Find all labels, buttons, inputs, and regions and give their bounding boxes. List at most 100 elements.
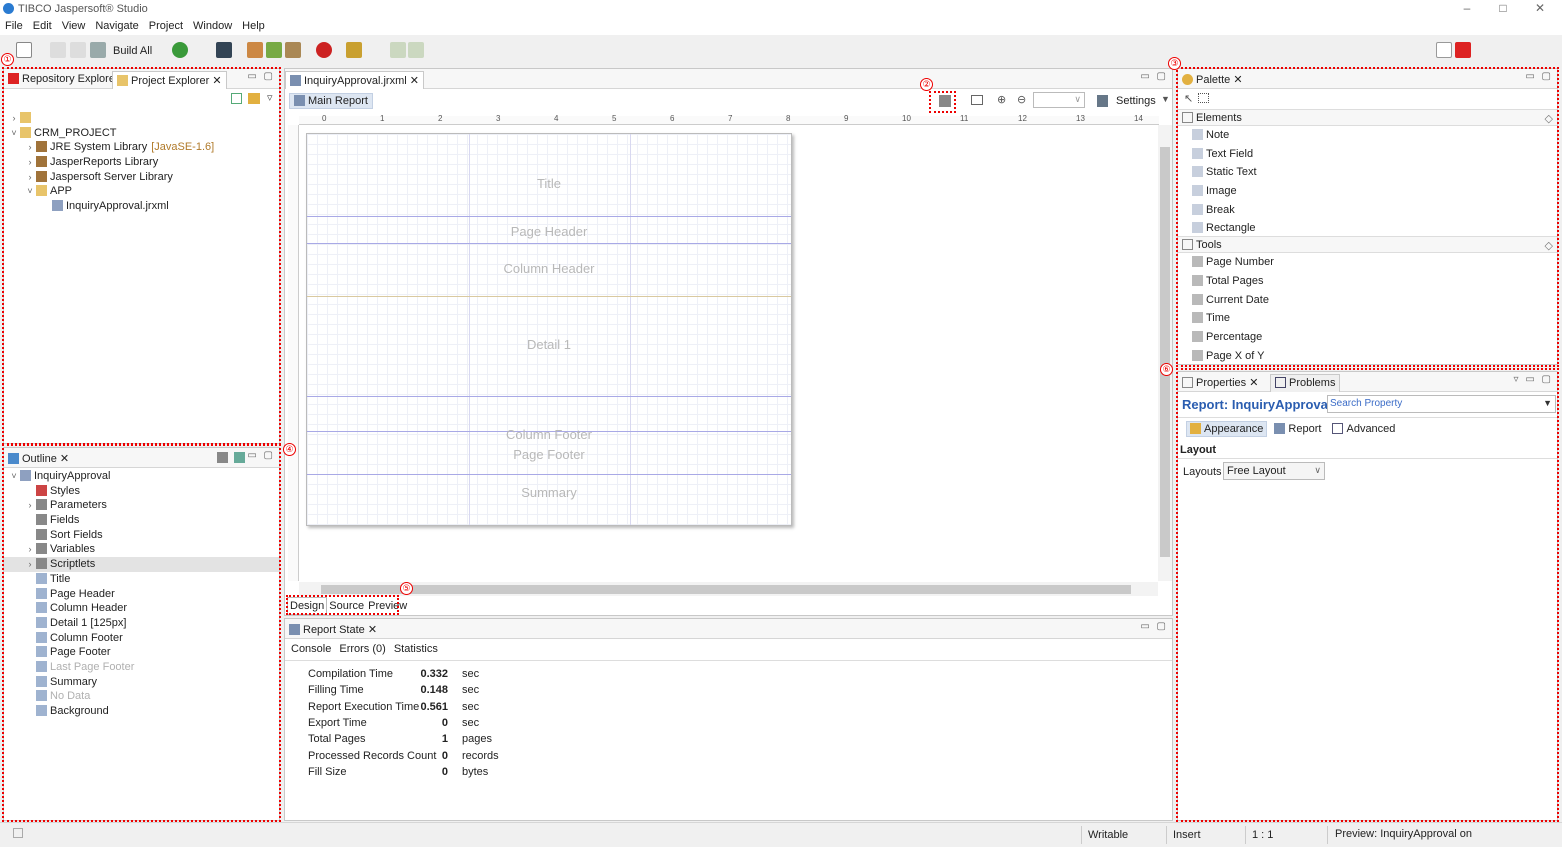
tree-item[interactable]: Last Page Footer: [4, 660, 279, 675]
new-file-icon[interactable]: [16, 42, 32, 58]
close-icon[interactable]: ✕: [60, 453, 69, 465]
menu-view[interactable]: View: [57, 18, 91, 34]
back-icon[interactable]: [390, 42, 406, 58]
open-perspective-icon[interactable]: [1436, 42, 1452, 58]
close-button[interactable]: ✕: [1525, 1, 1555, 15]
tree-item[interactable]: ˅ CRM_PROJECT: [4, 126, 279, 141]
tree-item[interactable]: › JasperReports Library: [4, 155, 279, 170]
tab-repository-explorer[interactable]: Repository Explorer: [4, 71, 123, 89]
tree-item[interactable]: Fields: [4, 513, 279, 528]
expand-arrow-icon[interactable]: ›: [24, 170, 36, 185]
menu-file[interactable]: File: [0, 18, 28, 34]
view-menu-icon[interactable]: ▿: [267, 91, 273, 104]
palette-item[interactable]: Total Pages: [1192, 272, 1557, 291]
subtab-report[interactable]: Report: [1274, 423, 1321, 435]
band-title[interactable]: Title: [307, 134, 791, 217]
expand-arrow-icon[interactable]: ›: [24, 155, 36, 170]
link-editor-icon[interactable]: [248, 93, 260, 104]
tree-item[interactable]: Sort Fields: [4, 528, 279, 543]
zoom-in-icon[interactable]: ⊕: [997, 93, 1006, 106]
palette-item[interactable]: Break: [1192, 201, 1557, 220]
tree-item[interactable]: Page Header: [4, 587, 279, 602]
view-minmax[interactable]: ▭ ▢: [247, 71, 275, 82]
subtab-advanced[interactable]: Advanced: [1332, 423, 1395, 435]
tree-item[interactable]: › Scriptlets: [4, 557, 279, 572]
publish-icon[interactable]: [216, 42, 232, 58]
debug-icon[interactable]: [316, 42, 332, 58]
subtab-console[interactable]: Console: [291, 643, 331, 655]
expand-arrow-icon[interactable]: ˅: [8, 126, 20, 141]
tree-item[interactable]: ˅ InquiryApproval: [4, 469, 279, 484]
save-all-icon[interactable]: [70, 42, 86, 58]
close-icon[interactable]: ✕: [1249, 377, 1258, 389]
close-icon[interactable]: ✕: [212, 75, 221, 87]
palette-item[interactable]: Percentage: [1192, 328, 1557, 347]
build-all-button[interactable]: Build All: [113, 45, 152, 57]
forward-icon[interactable]: [408, 42, 424, 58]
save-icon[interactable]: [50, 42, 66, 58]
palette-item[interactable]: Page Number: [1192, 253, 1557, 272]
view-minmax[interactable]: ▭ ▢: [1140, 71, 1168, 82]
menu-window[interactable]: Window: [188, 18, 237, 34]
view-minmax[interactable]: ▭ ▢: [1140, 621, 1168, 632]
tree-item[interactable]: Background: [4, 704, 279, 719]
maximize-button[interactable]: □: [1488, 1, 1518, 15]
tab-preview[interactable]: Preview: [366, 598, 409, 614]
palette-tools-header[interactable]: Tools ◇: [1178, 236, 1557, 254]
expand-arrow-icon[interactable]: ˅: [8, 469, 20, 484]
zoom-combo[interactable]: ∨: [1033, 92, 1085, 108]
search-icon[interactable]: [172, 42, 188, 58]
band-detail-1[interactable]: Detail 1: [307, 297, 791, 397]
main-report-breadcrumb[interactable]: Main Report: [289, 93, 373, 109]
close-icon[interactable]: ✕: [368, 624, 377, 636]
vertical-scroll-thumb[interactable]: [1160, 147, 1170, 557]
palette-item[interactable]: Page X of Y: [1192, 347, 1557, 366]
tree-item[interactable]: ˅ APP: [4, 184, 279, 199]
menu-help[interactable]: Help: [237, 18, 270, 34]
tree-item[interactable]: › Variables: [4, 542, 279, 557]
palette-item[interactable]: Static Text: [1192, 163, 1557, 182]
expand-arrow-icon[interactable]: ›: [8, 111, 20, 126]
palette-item[interactable]: Text Field: [1192, 145, 1557, 164]
settings-button[interactable]: Settings: [1116, 95, 1156, 107]
palette-item[interactable]: Time: [1192, 309, 1557, 328]
report-page-canvas[interactable]: Title Page Header Column Header Detail 1…: [306, 133, 792, 526]
drawer-toggle-icon[interactable]: ◇: [1545, 239, 1553, 252]
report-wizard-icon[interactable]: [247, 42, 263, 58]
palette-item[interactable]: Current Date: [1192, 291, 1557, 310]
tree-item[interactable]: ›: [4, 111, 279, 126]
tab-source[interactable]: Source: [327, 598, 366, 614]
band-page-footer[interactable]: Page Footer: [307, 432, 791, 475]
tree-item[interactable]: No Data: [4, 689, 279, 704]
tree-item[interactable]: Title: [4, 572, 279, 587]
tree-item[interactable]: Column Header: [4, 601, 279, 616]
tree-item[interactable]: Page Footer: [4, 645, 279, 660]
horizontal-scroll-thumb[interactable]: [321, 585, 1131, 594]
marquee-icon[interactable]: [1198, 93, 1209, 103]
grid-icon[interactable]: [971, 95, 983, 105]
expand-arrow-icon[interactable]: ›: [24, 557, 36, 572]
tree-item[interactable]: › Jaspersoft Server Library: [4, 170, 279, 185]
thumbnail-icon[interactable]: [234, 452, 245, 463]
tools-icon[interactable]: [285, 42, 301, 58]
band-column-footer[interactable]: Column Footer: [307, 397, 791, 442]
subtab-appearance[interactable]: Appearance: [1186, 421, 1268, 437]
horizontal-scrollbar[interactable]: [299, 582, 1158, 596]
band-column-header[interactable]: Column Header: [307, 244, 791, 297]
layouts-select[interactable]: Free Layout ∨: [1223, 462, 1325, 480]
jaspersoft-perspective-icon[interactable]: [1455, 42, 1471, 58]
view-minmax[interactable]: ▭ ▢: [247, 450, 275, 461]
tree-view-icon[interactable]: [217, 452, 228, 463]
subtab-statistics[interactable]: Statistics: [394, 643, 438, 655]
tree-item[interactable]: Styles: [4, 484, 279, 499]
tab-design[interactable]: Design: [287, 597, 328, 615]
zoom-out-icon[interactable]: ⊖: [1017, 93, 1026, 106]
menu-navigate[interactable]: Navigate: [90, 18, 143, 34]
tab-problems[interactable]: Problems: [1270, 374, 1341, 392]
export-icon[interactable]: [266, 42, 282, 58]
expand-arrow-icon[interactable]: ›: [24, 140, 36, 155]
settings-dropdown-icon[interactable]: ▼: [1161, 94, 1170, 104]
expand-arrow-icon[interactable]: ›: [24, 542, 36, 557]
view-minmax[interactable]: ▿ ▭ ▢: [1514, 374, 1553, 385]
collapse-all-icon[interactable]: [231, 93, 242, 104]
